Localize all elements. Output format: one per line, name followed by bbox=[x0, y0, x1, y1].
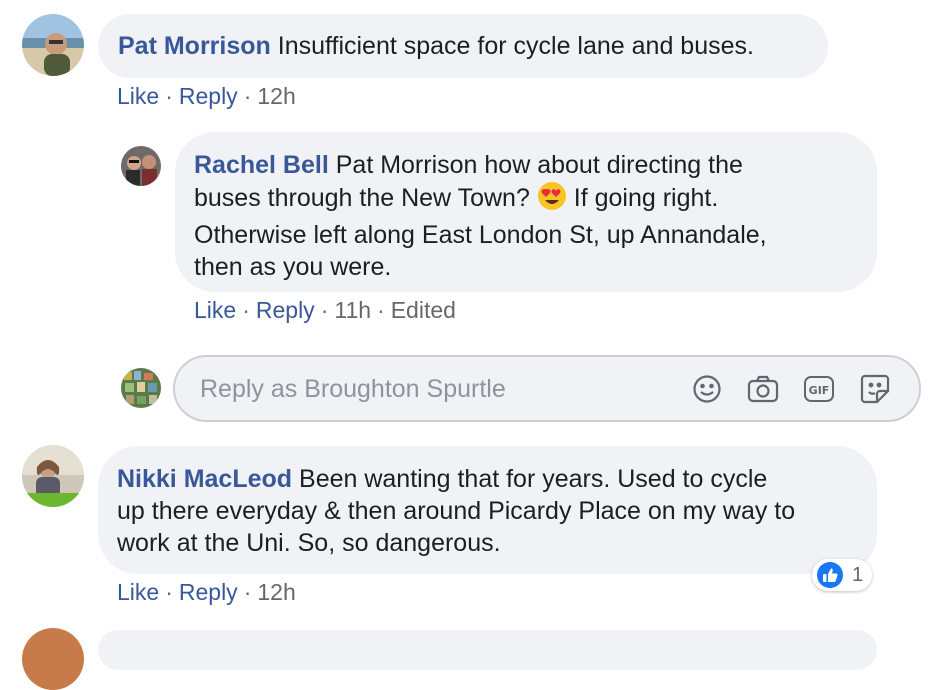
comment-text: Insufficient space for cycle lane and bu… bbox=[277, 32, 754, 60]
timestamp[interactable]: 11h bbox=[334, 297, 371, 323]
reply-link[interactable]: Reply bbox=[179, 579, 238, 605]
comment-author[interactable]: Nikki MacLeod bbox=[117, 465, 292, 493]
comment-text-line: up there everyday & then around Picardy … bbox=[117, 497, 796, 525]
comment-actions: Like · Reply · 11h · Edited bbox=[194, 297, 456, 323]
comment-actions: Like · Reply · 12h bbox=[117, 83, 296, 109]
like-reaction-icon bbox=[816, 561, 844, 595]
edited-label[interactable]: Edited bbox=[391, 297, 456, 323]
comment-bubble: Pat Morrison Insufficient space for cycl… bbox=[98, 14, 828, 78]
reply-placeholder: Reply as Broughton Spurtle bbox=[200, 375, 506, 403]
like-link[interactable]: Like bbox=[194, 297, 236, 323]
reply-link[interactable]: Reply bbox=[179, 83, 238, 109]
comment-text-line: then as you were. bbox=[194, 253, 392, 281]
avatar-rachel-bell[interactable] bbox=[121, 146, 161, 186]
camera-icon[interactable] bbox=[747, 374, 779, 409]
comment-text-line: Pat Morrison how about directing the bbox=[335, 151, 743, 179]
next-comment-bubble bbox=[98, 630, 877, 670]
gif-icon[interactable]: GIF bbox=[803, 374, 835, 409]
timestamp[interactable]: 12h bbox=[257, 83, 295, 109]
comment-text-line: If going right. bbox=[573, 184, 719, 212]
avatar-nikki-macleod[interactable] bbox=[22, 445, 84, 507]
reply-link[interactable]: Reply bbox=[256, 297, 315, 323]
heart-eyes-emoji-icon bbox=[537, 181, 567, 219]
reaction-count: 1 bbox=[852, 564, 864, 586]
comment-bubble: Nikki MacLeod Been wanting that for year… bbox=[98, 446, 877, 574]
comment-text-line: Been wanting that for years. Used to cyc… bbox=[299, 465, 768, 493]
like-link[interactable]: Like bbox=[117, 579, 159, 605]
reaction-summary[interactable]: 1 bbox=[812, 559, 872, 591]
like-link[interactable]: Like bbox=[117, 83, 159, 109]
timestamp[interactable]: 12h bbox=[257, 579, 295, 605]
comment-actions: Like · Reply · 12h bbox=[117, 579, 296, 605]
avatar-pat-morrison[interactable] bbox=[22, 14, 84, 76]
comment-author[interactable]: Pat Morrison bbox=[118, 32, 271, 60]
smiley-icon[interactable] bbox=[692, 374, 722, 409]
comment-text-line: work at the Uni. So, so dangerous. bbox=[117, 529, 501, 557]
reply-input[interactable]: Reply as Broughton Spurtle GIF bbox=[173, 355, 921, 422]
svg-text:GIF: GIF bbox=[809, 384, 830, 397]
avatar-broughton-spurtle bbox=[121, 368, 161, 408]
next-comment-avatar bbox=[22, 628, 84, 690]
comment-text-line: Otherwise left along East London St, up … bbox=[194, 221, 767, 249]
sticker-icon[interactable] bbox=[859, 373, 891, 410]
comment-bubble: Rachel Bell Pat Morrison how about direc… bbox=[175, 132, 877, 292]
comment-text-line: buses through the New Town? bbox=[194, 184, 530, 212]
comment-author[interactable]: Rachel Bell bbox=[194, 151, 329, 179]
